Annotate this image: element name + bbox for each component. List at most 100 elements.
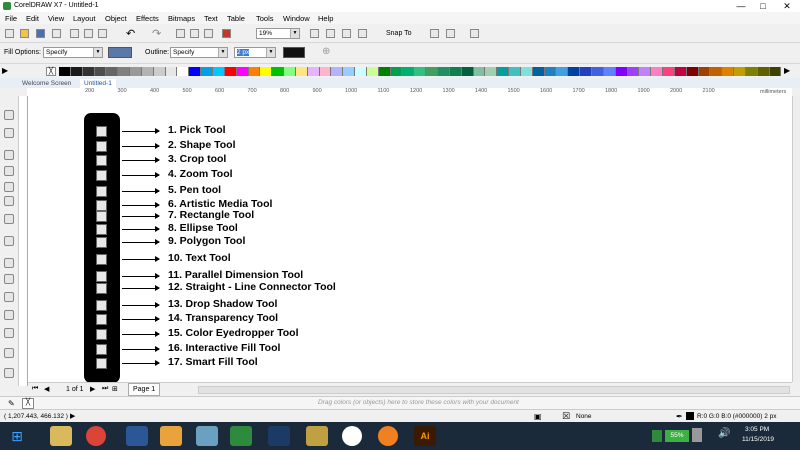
- palette-swatch[interactable]: [414, 67, 427, 76]
- status-arrow-icon[interactable]: ▶: [70, 412, 75, 420]
- toolbox-tool-icon[interactable]: [4, 348, 14, 358]
- palette-swatch[interactable]: [426, 67, 438, 76]
- toolbox-tool-icon[interactable]: [4, 236, 14, 246]
- palette-swatch[interactable]: [402, 67, 415, 76]
- palette-swatch[interactable]: [769, 67, 782, 76]
- outline-color-swatch[interactable]: [283, 47, 305, 58]
- palette-swatch[interactable]: [520, 67, 533, 76]
- menu-effects[interactable]: Effects: [136, 14, 159, 23]
- minimize-button[interactable]: —: [730, 0, 752, 12]
- palette-swatch[interactable]: [106, 67, 119, 76]
- chevron-down-icon[interactable]: ▼: [290, 29, 299, 38]
- palette-swatch[interactable]: [390, 67, 403, 76]
- no-color-swatch[interactable]: ╳: [46, 67, 56, 76]
- drawing-canvas[interactable]: [28, 96, 792, 382]
- no-color-icon[interactable]: ╳: [22, 398, 34, 409]
- cut-icon[interactable]: [70, 29, 79, 38]
- palette-swatch[interactable]: [497, 67, 510, 76]
- palette-swatch[interactable]: [355, 67, 367, 76]
- tab-untitled-1[interactable]: Untitled-1: [80, 79, 116, 88]
- palette-swatch[interactable]: [284, 67, 296, 76]
- undo-icon[interactable]: ↶: [126, 27, 135, 40]
- toolbox-tool-icon[interactable]: [4, 274, 14, 284]
- save-icon[interactable]: [36, 29, 45, 38]
- chevron-down-icon[interactable]: ▼: [218, 48, 227, 57]
- next-page-icon[interactable]: ▶: [90, 385, 95, 393]
- menu-file[interactable]: File: [5, 14, 17, 23]
- toolbox-tool-icon[interactable]: [4, 368, 14, 378]
- palette-swatch[interactable]: [674, 67, 687, 76]
- search-content-icon[interactable]: [176, 29, 185, 38]
- palette-swatch[interactable]: [272, 67, 285, 76]
- palette-swatch[interactable]: [544, 67, 557, 76]
- maximize-button[interactable]: □: [752, 0, 774, 12]
- battery-indicator[interactable]: 55%: [665, 430, 689, 442]
- palette-swatch[interactable]: [153, 67, 166, 76]
- palette-swatch[interactable]: [580, 67, 592, 76]
- toolbox-tool-icon[interactable]: [4, 196, 14, 206]
- clock-date[interactable]: 11/15/2019: [742, 436, 774, 443]
- palette-swatch[interactable]: [141, 67, 154, 76]
- media-player-icon[interactable]: [160, 426, 182, 446]
- palette-swatch[interactable]: [236, 67, 249, 76]
- palette-swatch[interactable]: [627, 67, 640, 76]
- close-button[interactable]: ✕: [776, 0, 798, 12]
- toolbox-tool-icon[interactable]: [4, 110, 14, 120]
- menu-edit[interactable]: Edit: [26, 14, 39, 23]
- palette-swatch[interactable]: [651, 67, 664, 76]
- toolbox-tool-icon[interactable]: [4, 310, 14, 320]
- add-preset-icon[interactable]: ⊕: [322, 46, 330, 57]
- palette-scroll-left-icon[interactable]: ▶: [2, 66, 8, 75]
- toolbox-tool-icon[interactable]: [4, 328, 14, 338]
- file-explorer-icon[interactable]: [50, 426, 72, 446]
- outline-options-dropdown[interactable]: Specify ▼: [170, 47, 228, 58]
- options-icon[interactable]: [446, 29, 455, 38]
- palette-swatch[interactable]: [591, 67, 604, 76]
- palette-swatch[interactable]: [70, 67, 83, 76]
- add-page-icon[interactable]: ⊞: [112, 385, 118, 393]
- menu-table[interactable]: Table: [227, 14, 245, 23]
- zoom-level-field[interactable]: 19% ▼: [256, 28, 300, 39]
- palette-swatch[interactable]: [307, 67, 320, 76]
- tab-page-1[interactable]: Page 1: [128, 383, 161, 396]
- palette-swatch[interactable]: [722, 67, 735, 76]
- welcome-screen-icon[interactable]: [470, 29, 479, 38]
- menu-tools[interactable]: Tools: [256, 14, 274, 23]
- fill-options-dropdown[interactable]: Specify ▼: [43, 47, 103, 58]
- paste-icon[interactable]: [98, 29, 107, 38]
- application-launcher-icon[interactable]: [430, 29, 439, 38]
- palette-swatch[interactable]: [295, 67, 308, 76]
- volume-icon[interactable]: 🔊: [718, 428, 730, 439]
- palette-swatch[interactable]: [461, 67, 474, 76]
- palette-swatch[interactable]: [378, 67, 391, 76]
- palette-scroll-right-icon[interactable]: ▶: [784, 66, 790, 75]
- toolbox-tool-icon[interactable]: [4, 128, 14, 138]
- grid-icon[interactable]: [342, 29, 351, 38]
- menu-window[interactable]: Window: [283, 14, 310, 23]
- palette-swatch[interactable]: [438, 67, 450, 76]
- app-icon[interactable]: [196, 426, 218, 446]
- chrome-icon[interactable]: [86, 426, 106, 446]
- video-player-icon[interactable]: [378, 426, 398, 446]
- chevron-down-icon[interactable]: ▼: [93, 48, 102, 57]
- toolbox-tool-icon[interactable]: [4, 292, 14, 302]
- palette-swatch[interactable]: [248, 67, 261, 76]
- tray-network-icon[interactable]: [692, 428, 702, 442]
- toolbox-tool-icon[interactable]: [4, 258, 14, 268]
- menu-object[interactable]: Object: [105, 14, 127, 23]
- palette-swatch[interactable]: [212, 67, 225, 76]
- palette-swatch[interactable]: [59, 67, 71, 76]
- palette-swatch[interactable]: [449, 67, 462, 76]
- palette-swatch[interactable]: [509, 67, 521, 76]
- last-page-icon[interactable]: ⏭: [102, 385, 108, 393]
- redo-icon[interactable]: ↷: [152, 27, 161, 40]
- import-icon[interactable]: [190, 29, 199, 38]
- tab-welcome-screen[interactable]: Welcome Screen: [18, 79, 75, 88]
- fill-color-swatch[interactable]: [108, 47, 132, 58]
- menu-view[interactable]: View: [48, 14, 64, 23]
- palette-swatch[interactable]: [615, 67, 628, 76]
- menu-help[interactable]: Help: [318, 14, 333, 23]
- itunes-icon[interactable]: [342, 426, 362, 446]
- toolbox-tool-icon[interactable]: [4, 214, 14, 224]
- start-button-icon[interactable]: ⊞: [6, 426, 28, 446]
